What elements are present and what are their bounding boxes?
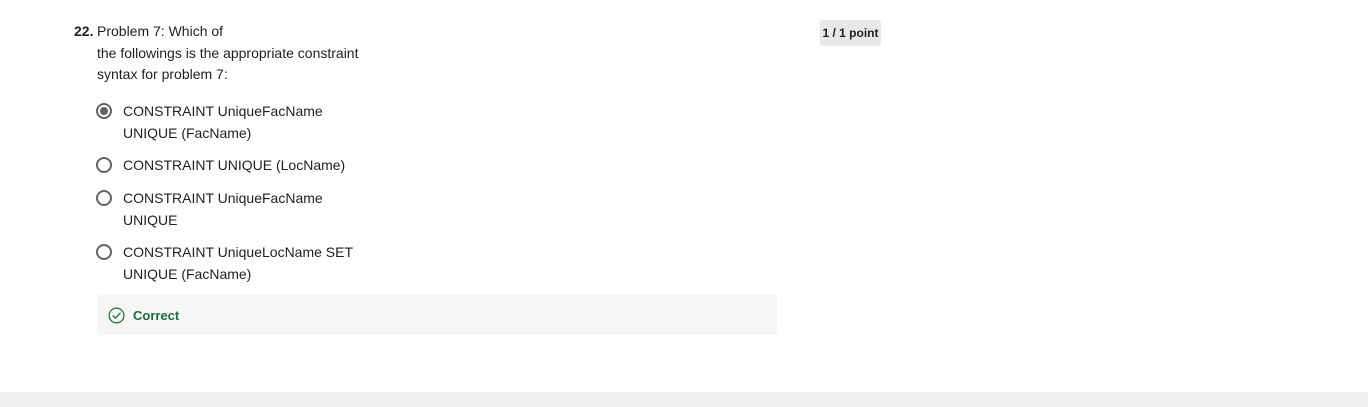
answer-option-label: CONSTRAINT UNIQUE (LocName) — [123, 155, 345, 177]
radio-button[interactable] — [96, 157, 112, 173]
answer-option-line: CONSTRAINT UniqueFacName — [123, 103, 323, 119]
question-text-line: the followings is the appropriate constr… — [97, 44, 359, 61]
answer-option-line: UNIQUE (FacName) — [123, 265, 252, 282]
answer-option-2[interactable]: CONSTRAINT UNIQUE (LocName) — [96, 155, 345, 177]
footer-divider — [0, 392, 1368, 407]
radio-button[interactable] — [96, 190, 112, 206]
question-text: Problem 7: Which of the followings is th… — [97, 21, 365, 86]
radio-button[interactable] — [96, 244, 112, 260]
answer-option-line: UNIQUE (FacName) — [123, 124, 252, 141]
answer-option-line: CONSTRAINT UniqueFacName — [123, 190, 323, 206]
answer-option-line: CONSTRAINT UNIQUE (LocName) — [123, 157, 346, 173]
question-number: 22. — [74, 23, 94, 39]
answer-option-label: CONSTRAINT UniqueFacName UNIQUE — [123, 188, 323, 231]
answer-option-1[interactable]: CONSTRAINT UniqueFacName UNIQUE (FacName… — [96, 101, 323, 144]
question-text-line: syntax for problem 7: — [97, 66, 228, 82]
answer-option-label: CONSTRAINT UniqueFacName UNIQUE (FacName… — [123, 101, 323, 144]
answer-option-3[interactable]: CONSTRAINT UniqueFacName UNIQUE — [96, 188, 323, 231]
check-circle-icon — [108, 307, 125, 323]
question-text-line: Problem 7: Which of — [97, 23, 224, 39]
answer-option-label: CONSTRAINT UniqueLocName SET UNIQUE (Fac… — [123, 242, 353, 285]
feedback-label: Correct — [133, 307, 180, 323]
answer-option-line: CONSTRAINT UniqueLocName SET — [123, 244, 354, 260]
radio-button-selected[interactable] — [96, 103, 112, 119]
answer-option-line: UNIQUE — [123, 211, 178, 228]
feedback-panel: Correct — [97, 295, 777, 335]
answer-option-4[interactable]: CONSTRAINT UniqueLocName SET UNIQUE (Fac… — [96, 242, 353, 285]
points-badge: 1 / 1 point — [820, 20, 881, 46]
